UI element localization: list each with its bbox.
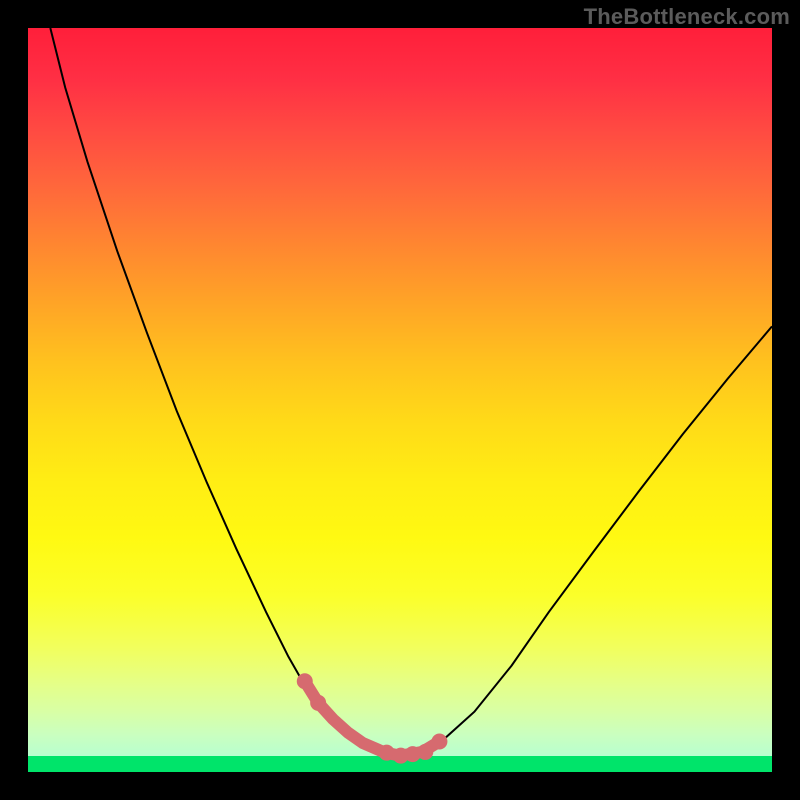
marker-dot [310, 695, 326, 711]
curve-path [50, 28, 772, 756]
marker-dot [431, 734, 447, 750]
marker-dot [417, 744, 433, 760]
marker-segment-path [305, 681, 440, 755]
marker-dot [379, 745, 395, 761]
chart-frame: TheBottleneck.com [0, 0, 800, 800]
curve-layer [28, 28, 772, 772]
marker-dot [297, 673, 313, 689]
plot-area [28, 28, 772, 772]
watermark-text: TheBottleneck.com [584, 4, 790, 30]
